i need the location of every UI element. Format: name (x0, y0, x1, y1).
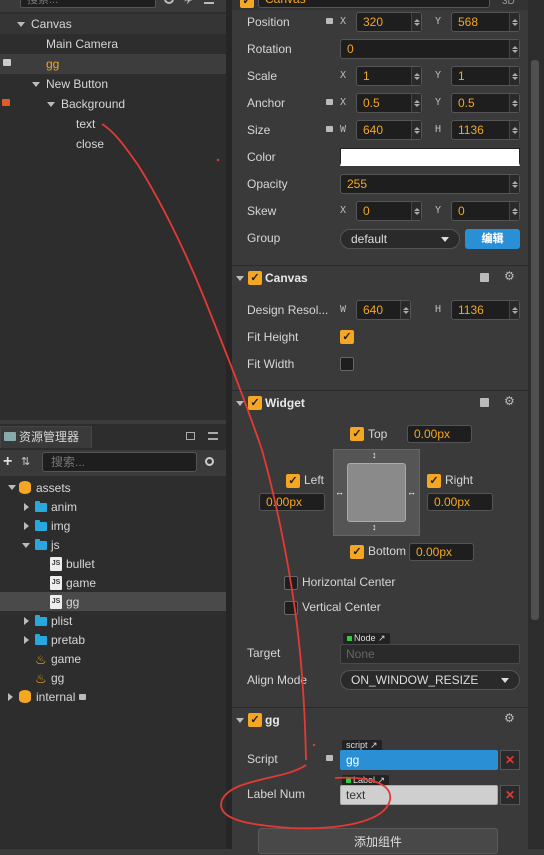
annotation-dot (216, 158, 220, 162)
annotation-stroke (101, 123, 307, 761)
annotation-overlay (101, 123, 391, 830)
annotation-circle (220, 764, 391, 830)
annotation-dot (312, 743, 316, 747)
